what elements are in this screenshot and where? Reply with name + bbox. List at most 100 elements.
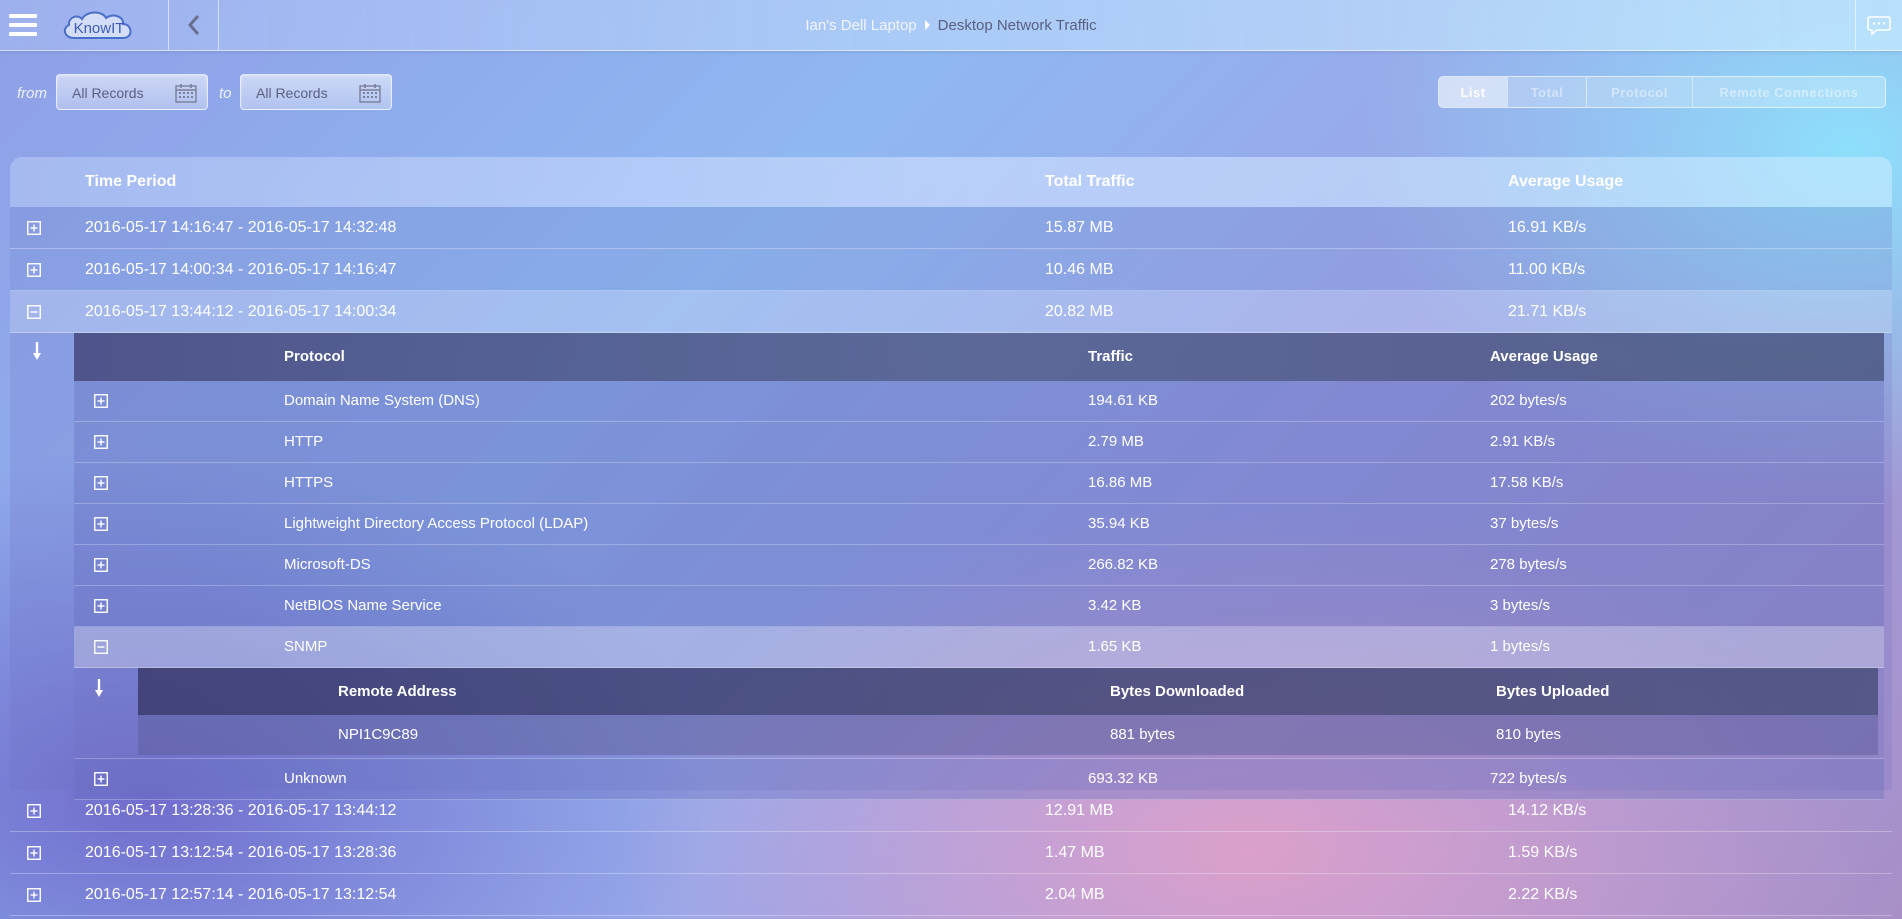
protocol-name: HTTP xyxy=(284,433,324,450)
to-date-value: All Records xyxy=(256,85,328,101)
average-usage-cell: 1.59 KB/s xyxy=(1508,844,1578,861)
protocol-row[interactable]: NetBIOS Name Service 3.42 KB 3 bytes/s xyxy=(74,586,1884,627)
total-traffic-cell: 1.47 MB xyxy=(1045,844,1105,861)
protocol-average: 202 bytes/s xyxy=(1490,392,1567,409)
table-body: 2016-05-17 14:16:47 - 2016-05-17 14:32:4… xyxy=(10,207,1892,916)
arrow-down-icon xyxy=(95,679,103,697)
expand-plus-icon[interactable] xyxy=(94,476,108,490)
collapse-minus-icon[interactable] xyxy=(94,640,108,654)
protocol-traffic: 194.61 KB xyxy=(1088,392,1159,409)
column-bytes-downloaded[interactable]: Bytes Downloaded xyxy=(1110,668,1244,715)
column-average-usage[interactable]: Average Usage xyxy=(1490,333,1598,381)
bytes-uploaded: 810 bytes xyxy=(1496,726,1562,743)
view-tabs: List Total Protocol Remote Connections xyxy=(1438,76,1886,108)
protocol-row[interactable]: Lightweight Directory Access Protocol (L… xyxy=(74,504,1884,545)
protocol-row-expanded[interactable]: SNMP 1.65 KB 1 bytes/s xyxy=(74,627,1884,668)
column-traffic[interactable]: Traffic xyxy=(1088,333,1133,381)
column-bytes-uploaded[interactable]: Bytes Uploaded xyxy=(1496,668,1609,715)
protocol-traffic: 266.82 KB xyxy=(1088,556,1159,573)
column-protocol[interactable]: Protocol xyxy=(284,333,345,381)
knowit-logo[interactable]: KnowIT xyxy=(60,8,138,42)
to-date-field[interactable]: All Records xyxy=(240,74,392,110)
table-row[interactable]: 2016-05-17 13:28:36 - 2016-05-17 13:44:1… xyxy=(10,790,1892,832)
tab-list[interactable]: List xyxy=(1439,77,1507,107)
page-title: Desktop Network Traffic xyxy=(937,16,1097,34)
from-date-field[interactable]: All Records xyxy=(56,74,208,110)
protocol-row[interactable]: HTTP 2.79 MB 2.91 KB/s xyxy=(74,422,1884,463)
calendar-icon[interactable] xyxy=(175,83,197,103)
tab-protocol[interactable]: Protocol xyxy=(1586,77,1692,107)
protocol-average: 17.58 KB/s xyxy=(1490,474,1564,491)
bytes-downloaded: 881 bytes xyxy=(1110,726,1176,743)
expand-plus-icon[interactable] xyxy=(94,558,108,572)
back-button[interactable] xyxy=(168,0,219,50)
protocol-traffic: 35.94 KB xyxy=(1088,515,1150,532)
table-row[interactable]: 2016-05-17 13:12:54 - 2016-05-17 13:28:3… xyxy=(10,832,1892,874)
protocol-header: Protocol Traffic Average Usage xyxy=(74,333,1884,381)
time-period-cell: 2016-05-17 14:00:34 - 2016-05-17 14:16:4… xyxy=(85,261,397,278)
from-label: from xyxy=(17,85,47,102)
expand-plus-icon[interactable] xyxy=(27,888,41,902)
protocol-name: HTTPS xyxy=(284,474,334,491)
tab-total[interactable]: Total xyxy=(1507,77,1586,107)
protocol-row[interactable]: HTTPS 16.86 MB 17.58 KB/s xyxy=(74,463,1884,504)
protocol-name: Lightweight Directory Access Protocol (L… xyxy=(284,515,589,532)
protocol-name: SNMP xyxy=(284,638,328,655)
protocol-name: NetBIOS Name Service xyxy=(284,597,442,614)
total-traffic-cell: 2.04 MB xyxy=(1045,886,1105,903)
expand-plus-icon[interactable] xyxy=(94,435,108,449)
column-remote-address[interactable]: Remote Address xyxy=(338,668,457,715)
protocol-average: 1 bytes/s xyxy=(1490,638,1551,655)
protocol-traffic: 16.86 MB xyxy=(1088,474,1153,491)
time-period-cell: 2016-05-17 12:57:14 - 2016-05-17 13:12:5… xyxy=(85,886,397,903)
total-traffic-cell: 15.87 MB xyxy=(1045,219,1114,236)
protocol-row[interactable]: Domain Name System (DNS) 194.61 KB 202 b… xyxy=(74,381,1884,422)
table-row-expanded[interactable]: 2016-05-17 13:44:12 - 2016-05-17 14:00:3… xyxy=(10,291,1892,333)
expand-plus-icon[interactable] xyxy=(27,804,41,818)
time-period-cell: 2016-05-17 13:28:36 - 2016-05-17 13:44:1… xyxy=(85,802,397,819)
average-usage-cell: 11.00 KB/s xyxy=(1508,261,1586,278)
collapse-minus-icon[interactable] xyxy=(27,305,41,319)
table-row[interactable]: 2016-05-17 14:16:47 - 2016-05-17 14:32:4… xyxy=(10,207,1892,249)
expand-plus-icon[interactable] xyxy=(27,221,41,235)
protocol-name: Domain Name System (DNS) xyxy=(284,392,480,409)
caret-right-icon xyxy=(924,20,930,30)
protocol-traffic: 3.42 KB xyxy=(1088,597,1142,614)
expand-plus-icon[interactable] xyxy=(94,517,108,531)
expand-plus-icon[interactable] xyxy=(94,394,108,408)
table-row[interactable]: 2016-05-17 12:57:14 - 2016-05-17 13:12:5… xyxy=(10,874,1892,916)
protocol-traffic: 1.65 KB xyxy=(1088,638,1142,655)
table-row[interactable]: 2016-05-17 14:00:34 - 2016-05-17 14:16:4… xyxy=(10,249,1892,291)
remote-row[interactable]: NPI1C9C89 881 bytes 810 bytes xyxy=(138,715,1878,755)
breadcrumb: Ian's Dell Laptop Desktop Network Traffi… xyxy=(0,0,1902,50)
expand-plus-icon[interactable] xyxy=(94,599,108,613)
expand-plus-icon[interactable] xyxy=(27,263,41,277)
from-date-value: All Records xyxy=(72,85,144,101)
time-period-cell: 2016-05-17 13:12:54 - 2016-05-17 13:28:3… xyxy=(85,844,397,861)
protocol-name: Microsoft-DS xyxy=(284,556,371,573)
top-bar: KnowIT Ian's Dell Laptop Desktop Network… xyxy=(0,0,1902,51)
hamburger-menu-icon[interactable] xyxy=(0,0,46,50)
time-period-cell: 2016-05-17 13:44:12 - 2016-05-17 14:00:3… xyxy=(85,303,397,320)
breadcrumb-device[interactable]: Ian's Dell Laptop xyxy=(805,17,916,34)
column-time-period[interactable]: Time Period xyxy=(85,157,176,207)
to-label: to xyxy=(219,85,232,102)
remote-header: Remote Address Bytes Downloaded Bytes Up… xyxy=(138,668,1878,715)
total-traffic-cell: 12.91 MB xyxy=(1045,802,1114,819)
protocol-traffic: 2.79 MB xyxy=(1088,433,1144,450)
remote-address: NPI1C9C89 xyxy=(338,726,419,743)
tab-remote-connections[interactable]: Remote Connections xyxy=(1692,77,1885,107)
protocol-average: 278 bytes/s xyxy=(1490,556,1567,573)
expand-plus-icon[interactable] xyxy=(27,846,41,860)
expand-plus-icon[interactable] xyxy=(94,772,108,786)
average-usage-cell: 21.71 KB/s xyxy=(1508,303,1587,320)
average-usage-cell: 2.22 KB/s xyxy=(1508,886,1578,903)
time-period-cell: 2016-05-17 14:16:47 - 2016-05-17 14:32:4… xyxy=(85,219,397,236)
column-total-traffic[interactable]: Total Traffic xyxy=(1045,157,1135,207)
protocol-row[interactable]: Microsoft-DS 266.82 KB 278 bytes/s xyxy=(74,545,1884,586)
calendar-icon[interactable] xyxy=(359,83,381,103)
chat-button[interactable] xyxy=(1855,0,1902,50)
column-average-usage[interactable]: Average Usage xyxy=(1508,157,1623,207)
protocol-average: 37 bytes/s xyxy=(1490,515,1559,532)
chat-icon xyxy=(1867,16,1891,36)
